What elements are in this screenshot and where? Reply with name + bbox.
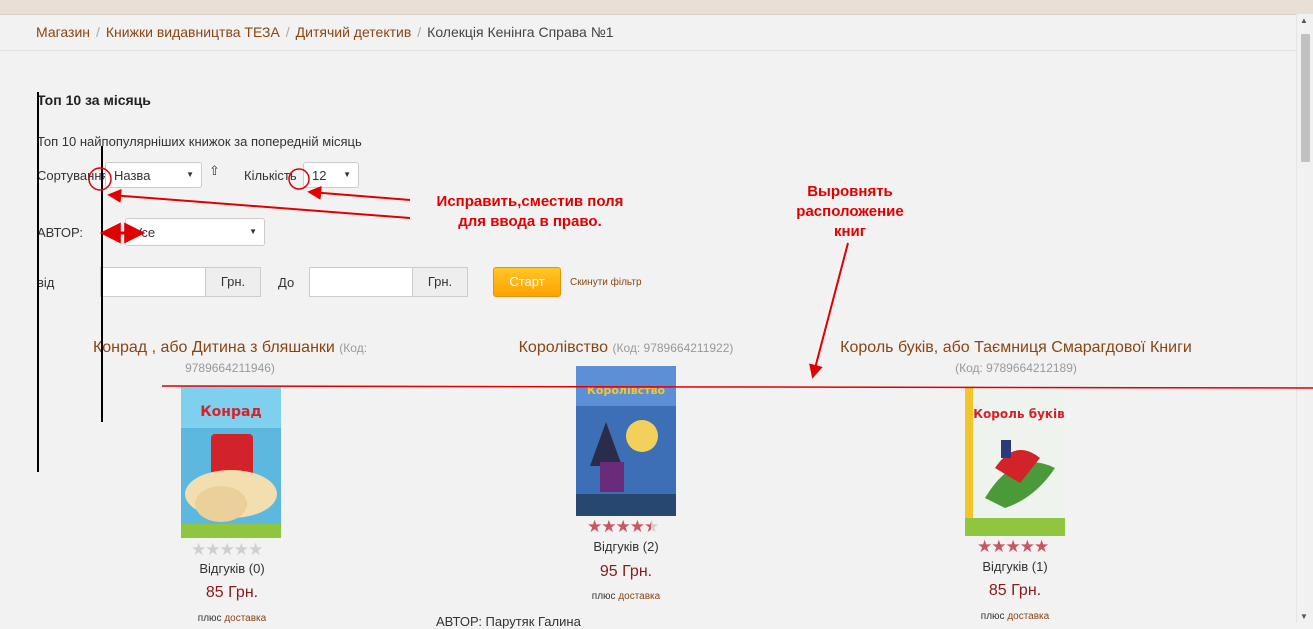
annotation-alignment-line — [161, 385, 1313, 389]
annotation-circle-count — [288, 168, 310, 190]
annotation-note-line: Исправить,сместив поля — [436, 193, 624, 210]
annotation-note-line: расположение — [796, 203, 904, 220]
annotation-note-line: книг — [833, 223, 867, 240]
annotation-note-fields: Исправить,сместив поля для ввода в право… — [405, 192, 655, 232]
annotation-overlay — [37, 92, 1313, 472]
annotation-note-books: Выровнять расположение книг — [770, 182, 930, 242]
annotation-note-line: для ввода в право. — [458, 213, 602, 230]
annotation-note-line: Выровнять — [807, 183, 893, 200]
annotation-arrow-books — [809, 242, 849, 379]
annotation-circle-sort — [88, 167, 112, 191]
annotation-arrow-count — [307, 185, 411, 201]
annotation-arrow-sort — [107, 188, 411, 219]
